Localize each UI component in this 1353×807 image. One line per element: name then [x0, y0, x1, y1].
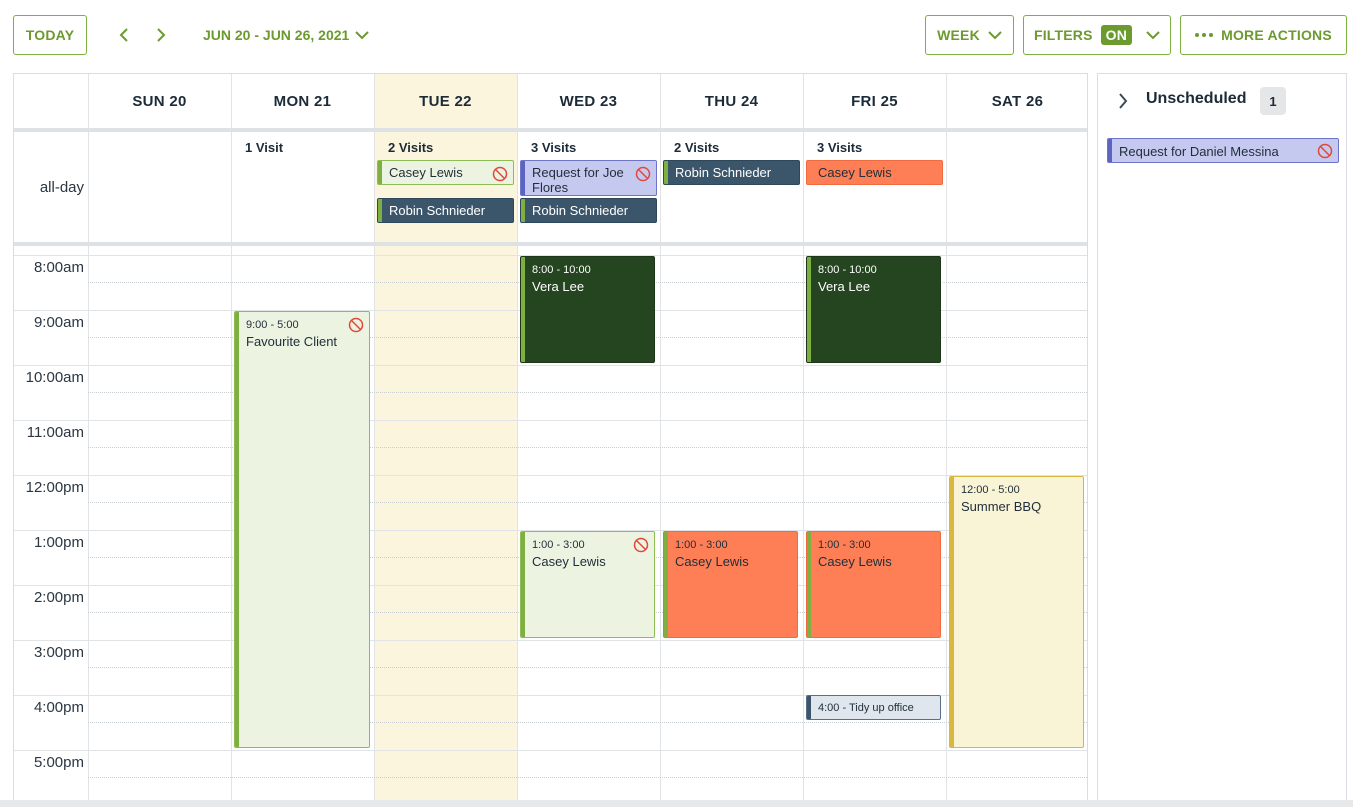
visit-count-mon: 1 Visit	[245, 140, 284, 155]
event-time: 1:00 - 3:00	[675, 539, 728, 551]
event-title: Robin Schnieder	[532, 203, 629, 218]
filters-label: FILTERS	[1033, 27, 1093, 43]
chevron-down-icon	[988, 31, 1002, 40]
unscheduled-header[interactable]: Unscheduled 1	[1098, 74, 1346, 126]
unscheduled-panel: Unscheduled 1 Request for Daniel Messina	[1097, 73, 1347, 807]
time-label-5pm: 5:00pm	[33, 754, 84, 771]
allday-event-tue-robin[interactable]: Robin Schnieder	[377, 198, 514, 223]
event-fri-casey-lewis[interactable]: 1:00 - 3:00 Casey Lewis	[806, 531, 941, 638]
event-title: Robin Schnieder	[389, 203, 486, 218]
unassigned-icon	[492, 166, 508, 182]
event-title: Robin Schnieder	[675, 165, 772, 180]
event-time: 8:00 - 10:00	[818, 264, 877, 276]
day-header-wed[interactable]: WED 23	[517, 74, 660, 128]
filters-state-badge: ON	[1100, 25, 1133, 45]
view-label: WEEK	[937, 27, 980, 43]
event-title: Casey Lewis	[675, 554, 749, 569]
chevron-down-icon	[1146, 31, 1160, 40]
time-label-4pm: 4:00pm	[33, 699, 84, 716]
event-title: Casey Lewis	[818, 554, 892, 569]
event-title: 4:00 - Tidy up office	[818, 702, 914, 714]
allday-event-fri-casey[interactable]: Casey Lewis	[806, 160, 943, 185]
date-range-picker[interactable]: JUN 20 - JUN 26, 2021	[203, 22, 370, 48]
view-select-button[interactable]: WEEK	[925, 15, 1014, 55]
allday-event-thu-robin[interactable]: Robin Schnieder	[663, 160, 800, 185]
day-header-thu[interactable]: THU 24	[660, 74, 803, 128]
visit-count-wed: 3 Visits	[531, 140, 577, 155]
allday-event-wed-robin[interactable]: Robin Schnieder	[520, 198, 657, 223]
time-label-1pm: 1:00pm	[33, 534, 84, 551]
event-title: Favourite Client	[246, 334, 338, 349]
unscheduled-item[interactable]: Request for Daniel Messina	[1107, 138, 1339, 163]
event-title: Request for Daniel Messina	[1119, 144, 1279, 159]
visit-count-thu: 2 Visits	[674, 140, 720, 155]
day-header-sat[interactable]: SAT 26	[946, 74, 1087, 128]
filters-button[interactable]: FILTERS ON	[1023, 15, 1171, 55]
more-actions-label: MORE ACTIONS	[1221, 27, 1332, 43]
chevron-left-icon	[119, 28, 128, 42]
event-mon-favourite-client[interactable]: 9:00 - 5:00 Favourite Client	[234, 311, 370, 748]
day-header-mon[interactable]: MON 21	[231, 74, 374, 128]
time-label-2pm: 2:00pm	[33, 589, 84, 606]
today-label: TODAY	[25, 27, 75, 43]
allday-event-wed-request[interactable]: Request for Joe Flores	[520, 160, 657, 196]
day-header-sun[interactable]: SUN 20	[88, 74, 231, 128]
day-header-fri[interactable]: FRI 25	[803, 74, 946, 128]
horizontal-scrollbar[interactable]	[0, 800, 1353, 807]
event-thu-casey-lewis[interactable]: 1:00 - 3:00 Casey Lewis	[663, 531, 798, 638]
time-label-9am: 9:00am	[33, 314, 84, 331]
unassigned-icon	[633, 537, 649, 553]
event-title: Casey Lewis	[532, 554, 606, 569]
event-title: Summer BBQ	[961, 499, 1042, 514]
chevron-down-icon	[355, 31, 370, 40]
more-actions-button[interactable]: MORE ACTIONS	[1180, 15, 1347, 55]
event-time: 1:00 - 3:00	[818, 539, 871, 551]
visit-count-fri: 3 Visits	[817, 140, 863, 155]
event-title: Vera Lee	[818, 279, 871, 294]
event-time: 9:00 - 5:00	[246, 319, 299, 331]
more-dots-icon	[1195, 33, 1214, 37]
event-time: 8:00 - 10:00	[532, 264, 591, 276]
event-wed-casey-lewis[interactable]: 1:00 - 3:00 Casey Lewis	[520, 531, 655, 638]
next-week-button[interactable]	[151, 24, 171, 46]
day-header-tue[interactable]: TUE 22	[374, 74, 517, 128]
event-title: Casey Lewis	[818, 165, 892, 180]
unscheduled-title: Unscheduled	[1146, 90, 1247, 107]
time-label-10am: 10:00am	[25, 369, 84, 386]
event-wed-vera-lee[interactable]: 8:00 - 10:00 Vera Lee	[520, 256, 655, 363]
date-range-label: JUN 20 - JUN 26, 2021	[203, 27, 350, 43]
event-fri-tidy-office[interactable]: 4:00 - Tidy up office	[806, 695, 941, 720]
unscheduled-count-badge: 1	[1260, 87, 1286, 115]
allday-label: all-day	[39, 179, 84, 196]
chevron-right-icon	[1119, 93, 1128, 109]
unassigned-icon	[635, 166, 651, 182]
event-time: 12:00 - 5:00	[961, 484, 1020, 496]
visit-count-tue: 2 Visits	[388, 140, 434, 155]
time-label-3pm: 3:00pm	[33, 644, 84, 661]
unassigned-icon	[1317, 143, 1333, 159]
time-label-12pm: 12:00pm	[25, 479, 84, 496]
prev-week-button[interactable]	[114, 24, 134, 46]
week-calendar: SUN 20 MON 21 TUE 22 WED 23 THU 24 FRI 2…	[13, 73, 1088, 807]
time-label-11am: 11:00am	[26, 424, 84, 441]
unassigned-icon	[348, 317, 364, 333]
event-title: Vera Lee	[532, 279, 585, 294]
time-label-8am: 8:00am	[33, 259, 84, 276]
today-button[interactable]: TODAY	[13, 15, 87, 55]
event-sat-summer-bbq[interactable]: 12:00 - 5:00 Summer BBQ	[949, 476, 1084, 748]
chevron-right-icon	[157, 28, 166, 42]
allday-event-tue-casey[interactable]: Casey Lewis	[377, 160, 514, 185]
event-fri-vera-lee[interactable]: 8:00 - 10:00 Vera Lee	[806, 256, 941, 363]
